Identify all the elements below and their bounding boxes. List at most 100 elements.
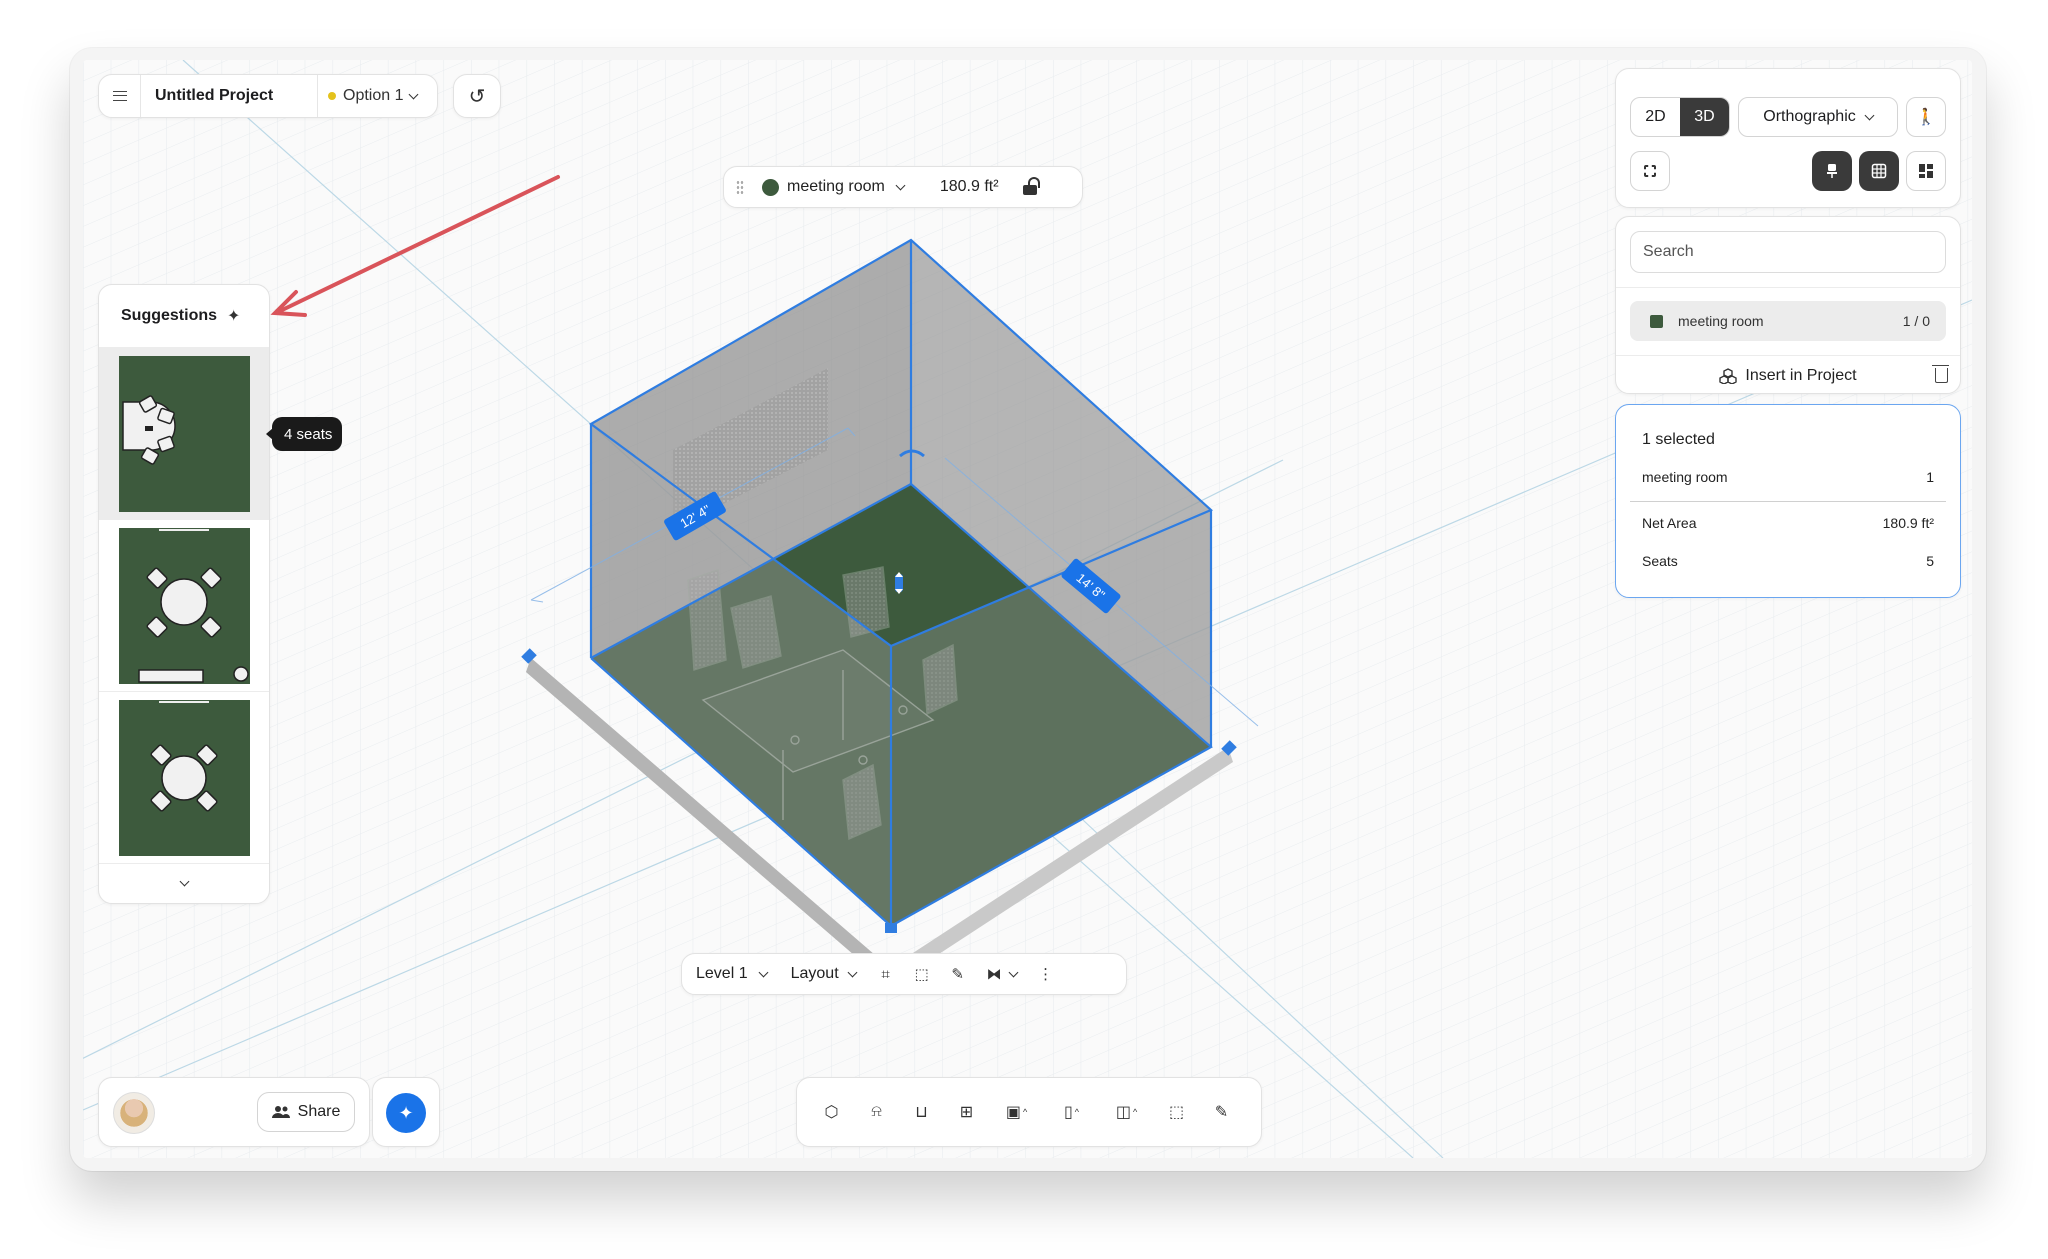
chevron-down-icon: [179, 876, 189, 887]
chevron-down-icon: [409, 89, 419, 99]
level-toolbar: Level 1 Layout ⌗ ⬚ ✎ ⧓ ⋮: [681, 953, 1127, 995]
furniture-visibility-toggle[interactable]: [1812, 151, 1852, 191]
selection-room-label: meeting room: [1642, 469, 1728, 485]
seats-row: Seats 5: [1642, 553, 1934, 569]
undo-button[interactable]: ↺: [453, 74, 501, 118]
pencil-icon[interactable]: ✎: [1199, 1092, 1244, 1132]
room-chip-name: meeting room: [787, 178, 885, 195]
magic-wand-icon: ✦: [398, 1102, 414, 1123]
project-title[interactable]: Untitled Project: [141, 87, 317, 105]
height-handle[interactable]: [895, 572, 903, 594]
suggestion-item[interactable]: [99, 691, 269, 863]
fullscreen-button[interactable]: [1630, 151, 1670, 191]
share-button[interactable]: Share: [257, 1092, 355, 1132]
magic-wand-button[interactable]: ✦: [386, 1093, 426, 1133]
menu-button[interactable]: [99, 75, 141, 117]
note-icon[interactable]: ◫ ^: [1099, 1092, 1154, 1132]
layout-thumbnail-3: [118, 699, 250, 856]
view-mode-toggle: 2D 3D: [1630, 97, 1730, 137]
layout-thumbnail-1: [118, 355, 250, 512]
hamburger-icon: [112, 91, 127, 101]
level-dropdown[interactable]: Level 1: [682, 954, 779, 994]
chevron-down-icon: [758, 967, 769, 977]
select-area-icon[interactable]: ⬚: [1154, 1092, 1199, 1132]
unlock-icon[interactable]: [1022, 177, 1040, 195]
layout-thumbnail-2: [118, 527, 250, 684]
layout-label: Layout: [790, 965, 839, 982]
room-list-panel: meeting room 1 / 0 Insert in Project: [1615, 216, 1961, 394]
suggestion-item[interactable]: [99, 519, 269, 691]
selection-title: 1 selected: [1642, 431, 1715, 448]
tag-icon[interactable]: ✎: [940, 954, 976, 994]
cubes-icon: [1719, 367, 1738, 384]
dashboard-icon: [1919, 164, 1933, 178]
chair-icon[interactable]: ⊔: [899, 1092, 944, 1132]
search-input[interactable]: [1630, 231, 1946, 273]
chevron-down-icon: [847, 967, 858, 977]
layout-visibility-toggle[interactable]: [1906, 151, 1946, 191]
room-color-swatch: [1650, 314, 1663, 328]
layout-dropdown[interactable]: Layout: [779, 954, 868, 994]
suggestions-title: Suggestions: [121, 307, 218, 324]
ai-assist-panel: ✦: [372, 1077, 440, 1147]
door-icon[interactable]: ▯ ^: [1044, 1092, 1099, 1132]
suggestions-header: Suggestions ✦: [99, 285, 269, 347]
seats-value: 5: [1926, 553, 1934, 569]
net-area-row: Net Area 180.9 ft²: [1642, 515, 1934, 531]
seats-tooltip: 4 seats: [265, 417, 343, 451]
trash-icon[interactable]: [1932, 365, 1949, 383]
desk-chair-icon[interactable]: ⍾: [854, 1092, 899, 1132]
chevron-down-icon[interactable]: [895, 180, 906, 190]
undo-icon: ↺: [468, 85, 486, 108]
grid-icon: [1871, 163, 1887, 179]
app-window: 12' 4" 14' 8" Untitled Project Option 1 …: [83, 60, 1972, 1158]
room-color-swatch: [762, 178, 779, 196]
option-dropdown[interactable]: Option 1: [317, 75, 419, 117]
projection-dropdown[interactable]: Orthographic: [1738, 97, 1898, 137]
walk-mode-button[interactable]: 🚶: [1906, 97, 1946, 137]
grid-visibility-toggle[interactable]: [1859, 151, 1899, 191]
suggestion-item[interactable]: [99, 347, 269, 519]
sparkle-icon: ✦: [227, 308, 241, 325]
chevron-down-icon: [1864, 110, 1875, 120]
image-icon[interactable]: ▣ ^: [989, 1092, 1044, 1132]
view-controls: 2D 3D Orthographic 🚶: [1615, 68, 1961, 208]
desk-chair-icon: [1827, 164, 1837, 178]
selection-panel: 1 selected meeting room 1 Net Area 180.9…: [1615, 404, 1961, 598]
cube-icon[interactable]: ⬡: [809, 1092, 854, 1132]
net-area-value: 180.9 ft²: [1882, 515, 1934, 531]
insert-label: Insert in Project: [1745, 366, 1857, 384]
room-list-name: meeting room: [1678, 313, 1764, 329]
people-icon: [271, 1106, 290, 1118]
project-bar: Untitled Project Option 1: [98, 74, 438, 118]
window-grid-icon[interactable]: ⊞: [944, 1092, 989, 1132]
suggestions-panel: Suggestions ✦: [98, 284, 270, 904]
projection-label: Orthographic: [1763, 108, 1856, 125]
share-label: Share: [297, 1103, 341, 1120]
room-list-count: 1 / 0: [1902, 313, 1930, 329]
option-label: Option 1: [343, 87, 404, 104]
dashed-select-icon[interactable]: ⬚: [904, 954, 940, 994]
tools-toolbar: ⬡ ⍾ ⊔ ⊞ ▣ ^ ▯ ^ ◫ ^ ⬚ ✎: [796, 1077, 1262, 1147]
selection-room-row: meeting room 1: [1642, 469, 1934, 485]
insert-in-project-button[interactable]: Insert in Project: [1616, 355, 1960, 395]
drag-handle-icon[interactable]: [736, 180, 744, 194]
avatar[interactable]: [113, 1092, 155, 1134]
level-label: Level 1: [696, 965, 748, 982]
user-panel: Share: [98, 1077, 370, 1147]
frame-icon[interactable]: ⌗: [868, 954, 904, 994]
room-chip-area: 180.9 ft²: [939, 178, 999, 195]
mirror-icon[interactable]: ⧓: [976, 954, 1028, 994]
divider: [1630, 501, 1946, 502]
more-icon[interactable]: ⋮: [1028, 954, 1064, 994]
mode-2d-button[interactable]: 2D: [1631, 98, 1680, 136]
status-dot: [328, 92, 336, 100]
expand-icon: [1644, 165, 1656, 177]
mode-3d-button[interactable]: 3D: [1680, 98, 1729, 136]
person-walk-icon: 🚶: [1916, 109, 1936, 126]
net-area-label: Net Area: [1642, 515, 1697, 531]
selection-room-value: 1: [1926, 469, 1934, 485]
suggestions-more-button[interactable]: [99, 863, 269, 903]
room-chip[interactable]: meeting room 180.9 ft²: [723, 166, 1083, 208]
room-list-item[interactable]: meeting room 1 / 0: [1630, 301, 1946, 341]
